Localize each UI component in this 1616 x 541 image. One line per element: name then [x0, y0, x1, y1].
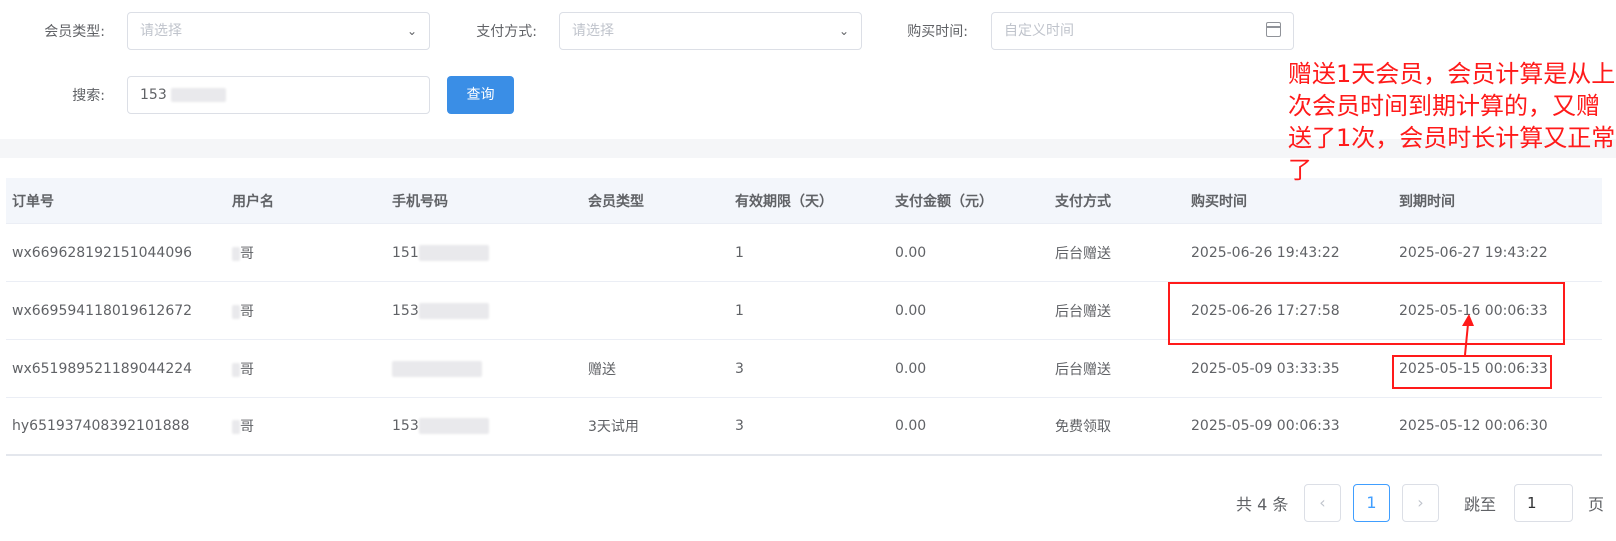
member-order-page: 会员类型: 请选择 ⌄ 支付方式: 请选择 ⌄ 购买时间: 自定义时间 搜索: … [0, 0, 1616, 541]
annotation-arrow [1462, 314, 1474, 356]
